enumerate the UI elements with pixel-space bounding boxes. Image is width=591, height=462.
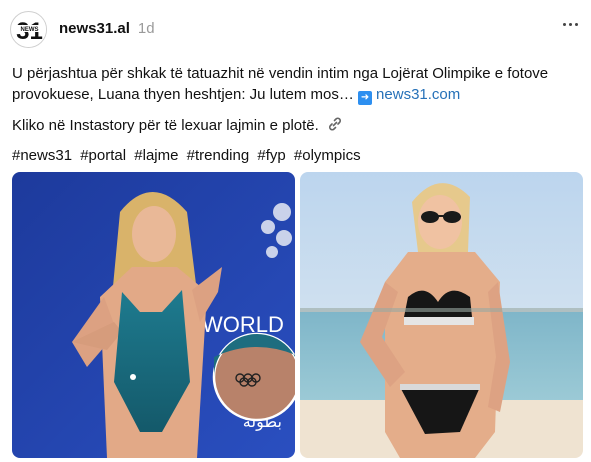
banner-text: WORLD [202,312,284,337]
post-image-1[interactable]: WORLD بطولة [12,172,295,458]
cta-text: Kliko në Instastory për të lexuar lajmin… [12,117,319,134]
post-time: 1d [137,20,155,37]
avatar-logo-small: NEWS [21,27,39,33]
post-header: news31.al 1d [59,20,155,37]
post-caption: U përjashtua për shkak të tatuazhit në v… [12,63,572,105]
threads-post: 31 NEWS news31.al 1d U përjashtua për sh… [0,0,591,462]
hashtag[interactable]: #portal [80,147,126,164]
author-handle[interactable]: news31.al [59,20,130,37]
hashtag-list: #news31 #portal #lajme #trending #fyp #o… [12,147,365,164]
hashtag[interactable]: #fyp [257,147,285,164]
link-icon [327,116,343,136]
caption-text: U përjashtua për shkak të tatuazhit në v… [12,65,549,103]
avatar[interactable]: 31 NEWS [10,11,47,48]
post-image-2[interactable] [300,172,583,458]
caption-link[interactable]: news31.com [376,86,460,103]
hashtag[interactable]: #olympics [294,147,361,164]
hashtag[interactable]: #trending [187,147,250,164]
arrow-right-icon: ➜ [358,91,373,105]
post-cta: Kliko në Instastory për të lexuar lajmin… [12,116,343,136]
more-options-icon[interactable] [563,23,579,29]
hashtag[interactable]: #lajme [134,147,178,164]
hashtag[interactable]: #news31 [12,147,72,164]
